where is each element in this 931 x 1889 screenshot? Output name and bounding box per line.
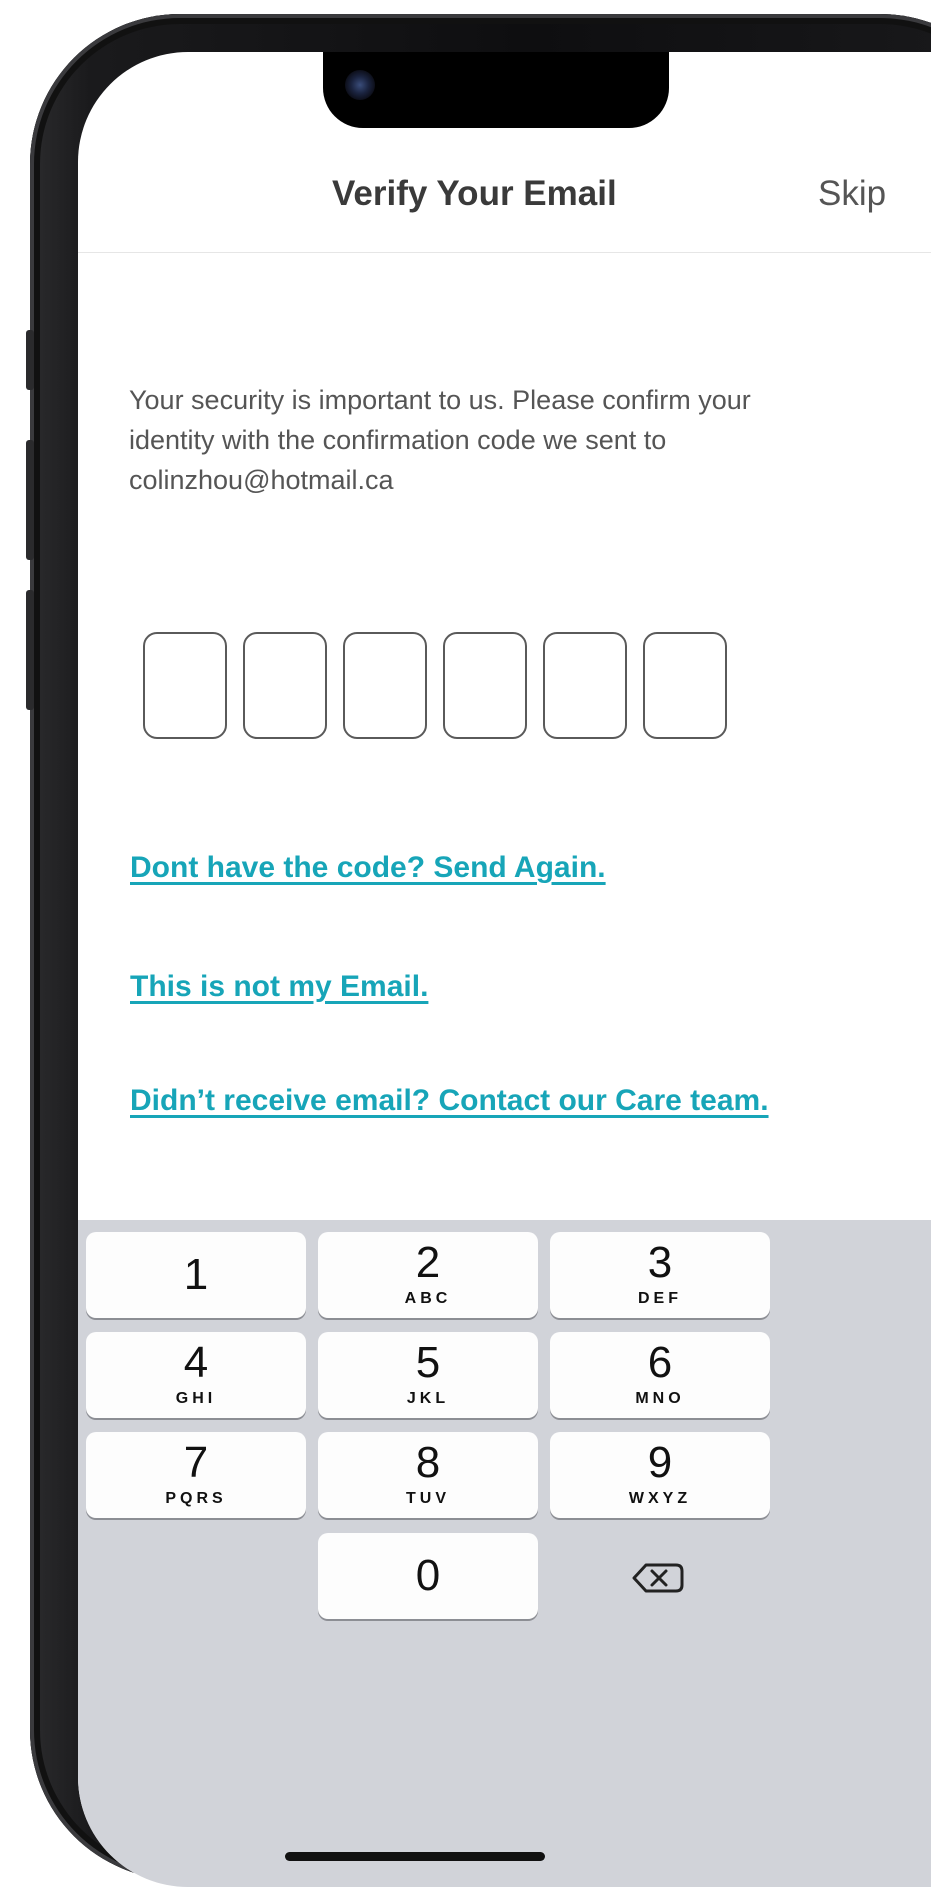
key-2[interactable]: 2 ABC [318,1232,538,1318]
home-indicator [285,1852,545,1861]
phone-screen: Verify Your Email Skip Your security is … [78,52,931,1887]
key-4[interactable]: 4 GHI [86,1332,306,1418]
key-6[interactable]: 6 MNO [550,1332,770,1418]
key-letters: GHI [175,1390,217,1407]
mute-switch [26,330,34,390]
delete-key[interactable] [550,1533,770,1619]
code-digit-input-3[interactable] [343,632,427,739]
notch [323,52,669,128]
key-digit: 8 [415,1438,441,1487]
numeric-keypad: 1 2 ABC 3 DEF 4 GHI 5 JKL 6 MNO 7 PQRS 8… [78,1220,931,1887]
code-digit-input-2[interactable] [243,632,327,739]
key-letters: PQRS [165,1490,227,1507]
not-my-email-link[interactable]: This is not my Email. [130,967,428,1007]
key-letters: WXYZ [628,1490,692,1507]
key-letters: MNO [635,1390,685,1407]
key-digit: 5 [415,1338,441,1387]
contact-care-link[interactable]: Didn’t receive email? Contact our Care t… [130,1081,770,1121]
volume-down-button [26,590,34,710]
key-digit: 7 [183,1438,209,1487]
key-7[interactable]: 7 PQRS [86,1432,306,1518]
key-5[interactable]: 5 JKL [318,1332,538,1418]
key-digit: 0 [415,1551,441,1600]
code-digit-input-6[interactable] [643,632,727,739]
key-digit: 6 [647,1338,673,1387]
send-again-link[interactable]: Dont have the code? Send Again. [130,848,606,888]
front-camera-icon [345,70,375,100]
key-letters: DEF [638,1290,682,1307]
backspace-icon [632,1563,684,1593]
key-digit: 3 [647,1238,673,1287]
key-digit: 2 [415,1238,441,1287]
key-letters: TUV [406,1490,450,1507]
key-0[interactable]: 0 [318,1533,538,1619]
key-digit: 1 [183,1250,209,1299]
nav-header: Verify Your Email Skip [78,142,931,253]
page-title: Verify Your Email [332,174,617,213]
key-letters: ABC [404,1290,452,1307]
code-digit-input-5[interactable] [543,632,627,739]
code-digit-input-4[interactable] [443,632,527,739]
key-1[interactable]: 1 [86,1232,306,1318]
key-digit: 9 [647,1438,673,1487]
skip-button[interactable]: Skip [818,174,886,214]
key-8[interactable]: 8 TUV [318,1432,538,1518]
stage: Verify Your Email Skip Your security is … [0,0,931,1889]
verification-description: Your security is important to us. Please… [129,385,751,495]
key-9[interactable]: 9 WXYZ [550,1432,770,1518]
key-3[interactable]: 3 DEF [550,1232,770,1318]
key-digit: 4 [183,1338,209,1387]
key-letters: JKL [406,1390,450,1407]
code-digit-input-1[interactable] [143,632,227,739]
volume-up-button [26,440,34,560]
